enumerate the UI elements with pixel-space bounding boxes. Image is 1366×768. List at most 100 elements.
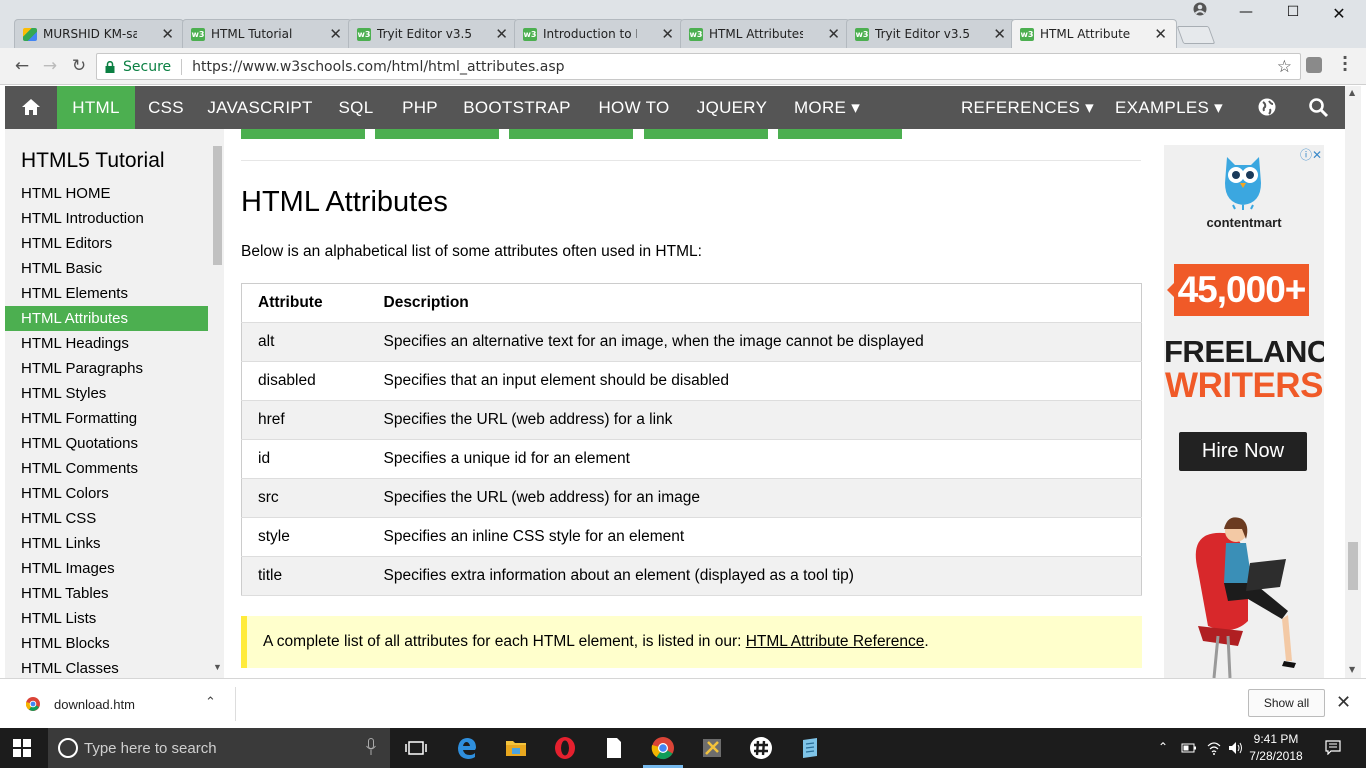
extension-icon[interactable] xyxy=(1306,57,1322,73)
sidebar-item-html-home[interactable]: HTML HOME xyxy=(5,181,208,206)
nav-html[interactable]: HTML xyxy=(57,86,135,129)
sidebar-item-html-links[interactable]: HTML Links xyxy=(5,531,208,556)
nav-bootstrap[interactable]: BOOTSTRAP xyxy=(451,86,583,129)
attribute-reference-link[interactable]: HTML Attribute Reference xyxy=(746,633,925,650)
ad-info-close-icon[interactable]: ⓘ✕ xyxy=(1300,146,1322,163)
maximize-button[interactable]: ☐ xyxy=(1273,4,1313,20)
url-text[interactable]: https://www.w3schools.com/html/html_attr… xyxy=(192,59,564,75)
microphone-icon[interactable] xyxy=(366,738,376,756)
show-hidden-icons-icon[interactable]: ⌃ xyxy=(1158,740,1168,754)
task-view-icon[interactable] xyxy=(404,736,428,760)
scroll-down-arrow-icon[interactable]: ▼ xyxy=(1349,665,1355,674)
tools-icon[interactable] xyxy=(700,736,724,760)
clock-time[interactable]: 9:41 PM xyxy=(1248,732,1304,746)
sidebar-item-html-introduction[interactable]: HTML Introduction xyxy=(5,206,208,231)
scroll-up-arrow-icon[interactable]: ▲ xyxy=(1349,88,1355,97)
sidebar-scroll-thumb[interactable] xyxy=(213,146,222,265)
scroll-down-arrow-icon[interactable]: ▼ xyxy=(213,662,222,672)
sidebar-item-html-headings[interactable]: HTML Headings xyxy=(5,331,208,356)
sidebar-item-html-quotations[interactable]: HTML Quotations xyxy=(5,431,208,456)
file-explorer-icon[interactable] xyxy=(504,736,528,760)
notepad-icon[interactable] xyxy=(602,736,626,760)
tab-html-tutorial[interactable]: w3 HTML Tutorial ✕ xyxy=(182,19,352,48)
nav-button-remnant[interactable] xyxy=(375,129,499,139)
sidebar-item-html-attributes[interactable]: HTML Attributes xyxy=(5,306,208,331)
sidebar-item-html-comments[interactable]: HTML Comments xyxy=(5,456,208,481)
sidebar-scrollbar[interactable]: ▼ xyxy=(210,129,224,678)
nav-sql[interactable]: SQL xyxy=(323,86,389,129)
chrome-icon[interactable] xyxy=(651,736,675,760)
nav-button-remnant[interactable] xyxy=(778,129,902,139)
close-icon[interactable]: ✕ xyxy=(993,25,1006,43)
sidebar-item-html-styles[interactable]: HTML Styles xyxy=(5,381,208,406)
globe-icon[interactable] xyxy=(1257,97,1277,117)
app-icon[interactable] xyxy=(798,736,822,760)
prev-button-remnant[interactable] xyxy=(241,129,365,139)
hire-now-button[interactable]: Hire Now xyxy=(1179,432,1307,471)
sidebar-item-html-images[interactable]: HTML Images xyxy=(5,556,208,581)
back-button[interactable]: ← xyxy=(11,55,33,77)
tab-tryit-editor-2[interactable]: w3 Tryit Editor v3.5 ✕ xyxy=(846,19,1016,48)
nav-css[interactable]: CSS xyxy=(135,86,197,129)
nav-more[interactable]: MORE ▾ xyxy=(779,86,875,129)
tab-introduction[interactable]: w3 Introduction to HTM ✕ xyxy=(514,19,684,48)
nav-how-to[interactable]: HOW TO xyxy=(583,86,685,129)
page-scrollbar[interactable]: ▲ ▼ xyxy=(1345,86,1361,678)
close-icon[interactable]: ✕ xyxy=(161,25,174,43)
clock-date[interactable]: 7/28/2018 xyxy=(1243,749,1309,763)
sidebar-item-html-paragraphs[interactable]: HTML Paragraphs xyxy=(5,356,208,381)
close-icon[interactable]: ✕ xyxy=(1336,692,1351,713)
battery-icon[interactable] xyxy=(1181,740,1197,756)
reload-button[interactable]: ↻ xyxy=(68,55,90,77)
nav-jquery[interactable]: JQUERY xyxy=(685,86,779,129)
search-icon[interactable] xyxy=(1308,97,1329,118)
slack-icon[interactable] xyxy=(749,736,773,760)
browser-menu-icon[interactable]: · · · xyxy=(1337,50,1353,78)
sidebar-item-html-basic[interactable]: HTML Basic xyxy=(5,256,208,281)
tab-tryit-editor[interactable]: w3 Tryit Editor v3.5 ✕ xyxy=(348,19,518,48)
sidebar-item-html-elements[interactable]: HTML Elements xyxy=(5,281,208,306)
nav-javascript[interactable]: JAVASCRIPT xyxy=(197,86,323,129)
forward-button[interactable]: → xyxy=(39,55,61,77)
close-icon[interactable]: ✕ xyxy=(661,25,674,43)
sidebar-item-html-lists[interactable]: HTML Lists xyxy=(5,606,208,631)
profile-icon[interactable] xyxy=(1193,2,1207,17)
tab-html-attributes[interactable]: w3 HTML Attributes ✕ xyxy=(680,19,850,48)
chevron-up-icon[interactable]: ⌃ xyxy=(205,694,216,710)
tab-html-attributes-active[interactable]: w3 HTML Attributes ✕ xyxy=(1011,19,1177,48)
edge-icon[interactable] xyxy=(455,736,479,760)
nav-button-remnant[interactable] xyxy=(644,129,768,139)
sidebar-item-html-tables[interactable]: HTML Tables xyxy=(5,581,208,606)
page-scroll-thumb[interactable] xyxy=(1348,542,1358,590)
close-icon[interactable]: ✕ xyxy=(329,25,342,43)
show-all-button[interactable]: Show all xyxy=(1248,689,1325,717)
advertisement[interactable]: ⓘ✕ contentmart 45,000+ FREELANCE WRITERS… xyxy=(1164,145,1324,678)
nav-examples[interactable]: EXAMPLES ▾ xyxy=(1111,86,1227,129)
close-icon[interactable]: ✕ xyxy=(827,25,840,43)
close-icon[interactable]: ✕ xyxy=(1154,25,1167,43)
sidebar-item-html-classes[interactable]: HTML Classes xyxy=(5,656,208,678)
opera-icon[interactable] xyxy=(553,736,577,760)
sidebar-item-html-blocks[interactable]: HTML Blocks xyxy=(5,631,208,656)
sidebar-item-html-css[interactable]: HTML CSS xyxy=(5,506,208,531)
sidebar-item-html-colors[interactable]: HTML Colors xyxy=(5,481,208,506)
volume-icon[interactable] xyxy=(1228,740,1244,756)
taskbar-search-box[interactable]: Type here to search xyxy=(48,728,390,768)
tab-murshid[interactable]: MURSHID KM-samp ✕ xyxy=(14,19,184,48)
nav-php[interactable]: PHP xyxy=(389,86,451,129)
new-tab-button[interactable] xyxy=(1176,26,1216,44)
download-filename[interactable]: download.htm xyxy=(54,697,135,712)
close-icon[interactable]: ✕ xyxy=(495,25,508,43)
windows-start-icon[interactable] xyxy=(13,739,31,757)
nav-button-remnant[interactable] xyxy=(509,129,633,139)
sidebar-item-html-formatting[interactable]: HTML Formatting xyxy=(5,406,208,431)
bookmark-star-icon[interactable]: ☆ xyxy=(1277,57,1292,77)
action-center-icon[interactable] xyxy=(1325,740,1341,755)
sidebar-item-html-editors[interactable]: HTML Editors xyxy=(5,231,208,256)
home-button[interactable] xyxy=(5,86,55,129)
address-bar[interactable]: Secure https://www.w3schools.com/html/ht… xyxy=(96,53,1301,80)
window-close-button[interactable]: ✕ xyxy=(1319,4,1359,23)
minimize-button[interactable]: — xyxy=(1226,4,1266,20)
nav-references[interactable]: REFERENCES ▾ xyxy=(960,86,1095,129)
wifi-icon[interactable] xyxy=(1206,740,1222,756)
